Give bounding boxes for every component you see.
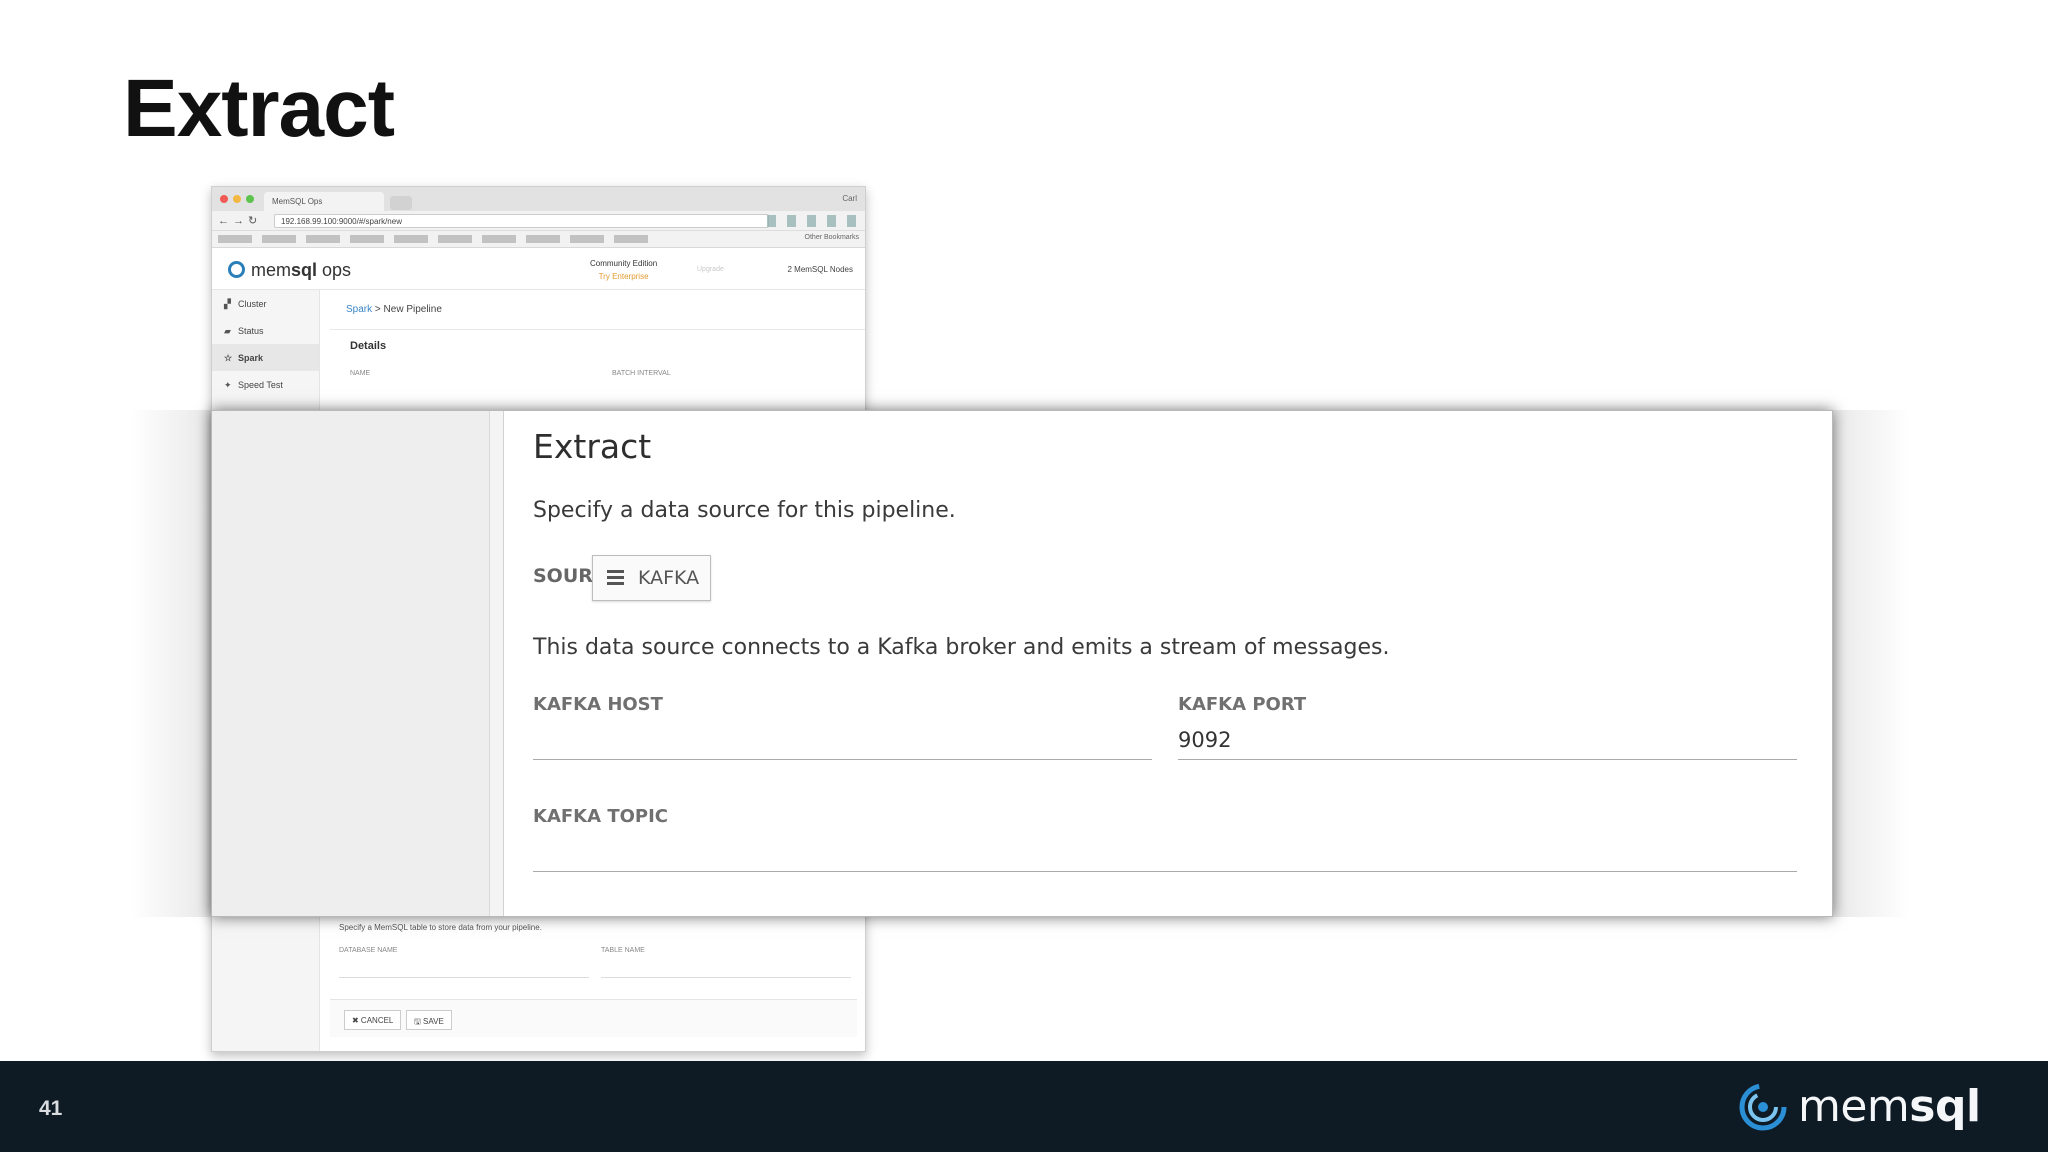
nodes-count[interactable]: 2 MemSQL Nodes (787, 265, 853, 274)
slide: Extract MemSQL Ops Carl ←→↻ 192.168.99.1… (0, 0, 2048, 1152)
zoomed-sidebar (212, 411, 490, 916)
database-name-input[interactable] (339, 977, 589, 978)
sidebar-item-cluster[interactable]: ▞ Cluster (212, 290, 319, 317)
table-name-input[interactable] (601, 977, 851, 978)
extract-description: Specify a data source for this pipeline. (533, 498, 956, 523)
speed-test-icon: ✦ (224, 380, 232, 390)
brand-text: memsql (1798, 1081, 1981, 1132)
edition-info: Community Edition Try Enterprise (590, 257, 657, 283)
bookmarks-bar: Other Bookmarks (212, 231, 865, 248)
details-heading: Details (350, 340, 387, 352)
sidebar-item-status[interactable]: ▰ Status (212, 317, 319, 344)
breadcrumb-current: New Pipeline (383, 304, 442, 315)
browser-user[interactable]: Carl (842, 194, 857, 203)
kafka-host-label: KAFKA HOST (533, 694, 663, 715)
cancel-button[interactable]: ✖ CANCEL (344, 1010, 402, 1030)
source-description: This data source connects to a Kafka bro… (533, 635, 1390, 660)
kafka-topic-label: KAFKA TOPIC (533, 806, 668, 827)
slide-footer: 41 memsql (0, 1061, 2048, 1152)
browser-toolbar: ←→↻ 192.168.99.100:9000/#/spark/new (212, 211, 865, 231)
extract-section-title: Extract (533, 427, 652, 466)
form-footer: ✖ CANCEL 🖫 SAVE (330, 999, 857, 1037)
logo-suffix: ops (317, 260, 352, 280)
kafka-port-input[interactable] (1178, 720, 1797, 760)
sidebar-item-speed-test[interactable]: ✦ Speed Test (212, 371, 319, 398)
kafka-port-label: KAFKA PORT (1178, 694, 1307, 715)
bookmark-items[interactable] (218, 235, 648, 243)
browser-nav-icons[interactable]: ←→↻ (218, 214, 261, 227)
browser-tab[interactable]: MemSQL Ops (264, 192, 384, 211)
memsql-swirl-icon (1739, 1083, 1787, 1131)
app-logo-text: memsql ops (251, 260, 351, 281)
batch-interval-label: BATCH INTERVAL (612, 370, 671, 377)
minimize-window-icon[interactable] (233, 195, 241, 203)
browser-tab-bar: MemSQL Ops Carl (212, 187, 865, 211)
sidebar-item-label: Spark (238, 353, 264, 363)
page-number: 41 (39, 1097, 63, 1120)
memsql-logo-icon (228, 261, 245, 278)
breadcrumb-spark-link[interactable]: Spark (346, 304, 372, 315)
brand-bold: sql (1909, 1081, 1981, 1132)
cluster-icon: ▞ (224, 299, 231, 309)
kafka-topic-input[interactable] (533, 832, 1797, 872)
save-button[interactable]: 🖫 SAVE (406, 1010, 452, 1030)
source-value: KAFKA (638, 567, 700, 589)
breadcrumb-separator: > (372, 304, 384, 315)
other-bookmarks[interactable]: Other Bookmarks (805, 234, 859, 241)
breadcrumb: Spark > New Pipeline (330, 290, 865, 330)
logo-regular: mem (251, 260, 291, 280)
sidebar-item-label: Cluster (238, 299, 267, 309)
maximize-window-icon[interactable] (246, 195, 254, 203)
kafka-host-input[interactable] (533, 720, 1152, 760)
table-name-label: TABLE NAME (601, 947, 645, 954)
brand-regular: mem (1798, 1081, 1910, 1132)
app-header: memsql ops Community Edition Try Enterpr… (212, 248, 865, 290)
close-window-icon[interactable] (220, 195, 228, 203)
new-tab-button[interactable] (390, 196, 412, 210)
details-labels: NAME BATCH INTERVAL (350, 370, 855, 377)
browser-tab-title: MemSQL Ops (272, 197, 323, 206)
memsql-brand-logo: memsql (1738, 1081, 1981, 1132)
logo-bold: sql (291, 260, 318, 280)
sidebar-item-label: Speed Test (238, 380, 283, 390)
extract-card: Extract Specify a data source for this p… (503, 411, 1832, 916)
address-bar[interactable]: 192.168.99.100:9000/#/spark/new (274, 214, 769, 228)
extension-icons[interactable] (767, 215, 859, 227)
spark-icon: ☆ (224, 353, 233, 363)
menu-icon (607, 570, 624, 585)
sidebar-item-label: Status (238, 326, 264, 336)
slide-title: Extract (123, 63, 395, 154)
load-description: Specify a MemSQL table to store data fro… (339, 923, 542, 932)
zoomed-extract-panel: Extract Specify a data source for this p… (211, 410, 1833, 917)
faded-link[interactable]: Upgrade (697, 266, 724, 273)
status-icon: ▰ (224, 326, 231, 336)
upgrade-link[interactable]: Try Enterprise (590, 270, 657, 283)
source-select-button[interactable]: KAFKA (592, 555, 711, 601)
database-name-label: DATABASE NAME (339, 947, 398, 954)
edition-label: Community Edition (590, 259, 658, 268)
sidebar-item-spark[interactable]: ☆ Spark (212, 344, 319, 371)
name-label: NAME (350, 370, 371, 377)
